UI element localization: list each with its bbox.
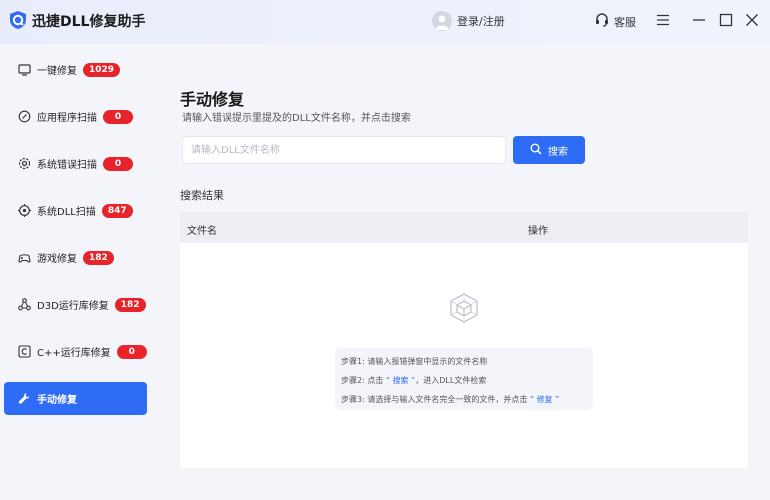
maximize-icon[interactable] bbox=[718, 12, 734, 28]
step-2-keyword: “ 搜索 ” bbox=[385, 376, 416, 385]
search-icon bbox=[530, 143, 542, 158]
service-label: 客服 bbox=[614, 15, 636, 29]
sidebar-item-label: 手动修复 bbox=[37, 395, 77, 406]
customer-service-button[interactable]: 客服 bbox=[594, 12, 636, 31]
sidebar-item-one-click-repair[interactable]: 一键修复 1029 bbox=[4, 53, 147, 86]
count-badge: 0 bbox=[103, 109, 133, 124]
login-button[interactable]: 登录/注册 bbox=[432, 11, 505, 31]
app-title: 迅捷DLL修复助手 bbox=[32, 14, 146, 30]
sidebar-item-system-dll-scan[interactable]: 系统DLL扫描 847 bbox=[4, 194, 147, 227]
sidebar-item-d3d-runtime-repair[interactable]: D3D运行库修复 182 bbox=[4, 288, 147, 321]
count-badge: 0 bbox=[116, 344, 147, 359]
search-button[interactable]: 搜索 bbox=[513, 136, 585, 164]
count-badge: 182 bbox=[114, 297, 146, 312]
sidebar: 一键修复 1029 应用程序扫描 0 系统错误扫描 0 系统DLL扫描 847 … bbox=[0, 44, 158, 500]
sidebar-item-label: 应用程序扫描 bbox=[37, 113, 97, 124]
sidebar-item-system-error-scan[interactable]: 系统错误扫描 0 bbox=[4, 147, 147, 180]
title-bar: 迅捷DLL修复助手 登录/注册 客服 bbox=[0, 0, 770, 44]
dll-search-input[interactable] bbox=[182, 136, 506, 164]
step-3-keyword: “ 修复 ” bbox=[529, 395, 560, 404]
gamepad-icon bbox=[18, 251, 31, 264]
sidebar-item-manual-repair[interactable]: 手动修复 bbox=[4, 382, 147, 415]
wrench-icon bbox=[18, 392, 31, 405]
count-badge: 847 bbox=[101, 203, 133, 218]
wrench-tablet-icon bbox=[18, 63, 31, 76]
table-header: 文件名 操作 bbox=[180, 212, 748, 243]
sidebar-item-label: D3D运行库修复 bbox=[37, 301, 109, 312]
sidebar-item-app-scan[interactable]: 应用程序扫描 0 bbox=[4, 100, 147, 133]
sidebar-item-label: 一键修复 bbox=[37, 66, 77, 77]
sidebar-item-label: 系统错误扫描 bbox=[37, 160, 97, 171]
sidebar-item-cpp-runtime-repair[interactable]: C++运行库修复 0 bbox=[4, 335, 147, 368]
count-badge: 1029 bbox=[83, 62, 121, 77]
empty-box-icon bbox=[448, 292, 480, 324]
avatar bbox=[432, 11, 452, 31]
count-badge: 0 bbox=[103, 156, 133, 171]
app-logo-icon bbox=[8, 10, 28, 30]
minimize-icon[interactable] bbox=[691, 12, 707, 28]
step-1-text: 步骤1: 请输入报错弹窗中显示的文件名称 bbox=[341, 357, 488, 366]
step-3-text: 步骤3: 请选择与输入文件名完全一致的文件，并点击 “ 修复 ” bbox=[341, 392, 587, 411]
count-badge: 182 bbox=[83, 250, 114, 265]
step-2-text: 步骤2: 点击 “ 搜索 ”，进入DLL文件检索 bbox=[341, 373, 587, 392]
step-3-prefix: 步骤3: 请选择与输入文件名完全一致的文件，并点击 bbox=[341, 395, 528, 404]
results-heading: 搜索结果 bbox=[180, 189, 224, 202]
sidebar-item-label: 系统DLL扫描 bbox=[37, 207, 96, 218]
instructions-box: 步骤1: 请输入报错弹窗中显示的文件名称 步骤2: 点击 “ 搜索 ”，进入DL… bbox=[335, 348, 593, 410]
search-button-label: 搜索 bbox=[548, 146, 568, 158]
step-2-suffix: ，进入DLL文件检索 bbox=[415, 376, 487, 385]
close-icon[interactable] bbox=[744, 12, 760, 28]
sidebar-item-label: C++运行库修复 bbox=[37, 348, 111, 359]
link-icon bbox=[18, 110, 31, 123]
menu-icon[interactable] bbox=[655, 12, 671, 28]
results-table: 文件名 操作 步骤1: 请输入报错弹窗中显示的文件名称 步骤2: 点击 “ 搜索… bbox=[180, 212, 748, 468]
column-header-filename: 文件名 bbox=[187, 226, 217, 237]
gear-icon bbox=[18, 157, 31, 170]
login-label: 登录/注册 bbox=[457, 15, 505, 28]
network-icon bbox=[18, 298, 31, 311]
step-2-prefix: 步骤2: 点击 bbox=[341, 376, 384, 385]
column-header-action: 操作 bbox=[528, 226, 548, 237]
c-box-icon bbox=[18, 345, 31, 358]
headset-icon bbox=[594, 12, 610, 31]
page-subtitle: 请输入错误提示里提及的DLL文件名称，并点击搜索 bbox=[182, 113, 411, 124]
main-panel: 手动修复 请输入错误提示里提及的DLL文件名称，并点击搜索 搜索 搜索结果 文件… bbox=[158, 44, 770, 500]
sidebar-item-label: 游戏修复 bbox=[37, 254, 77, 265]
target-icon bbox=[18, 204, 31, 217]
sidebar-item-game-repair[interactable]: 游戏修复 182 bbox=[4, 241, 147, 274]
page-title: 手动修复 bbox=[180, 90, 245, 109]
